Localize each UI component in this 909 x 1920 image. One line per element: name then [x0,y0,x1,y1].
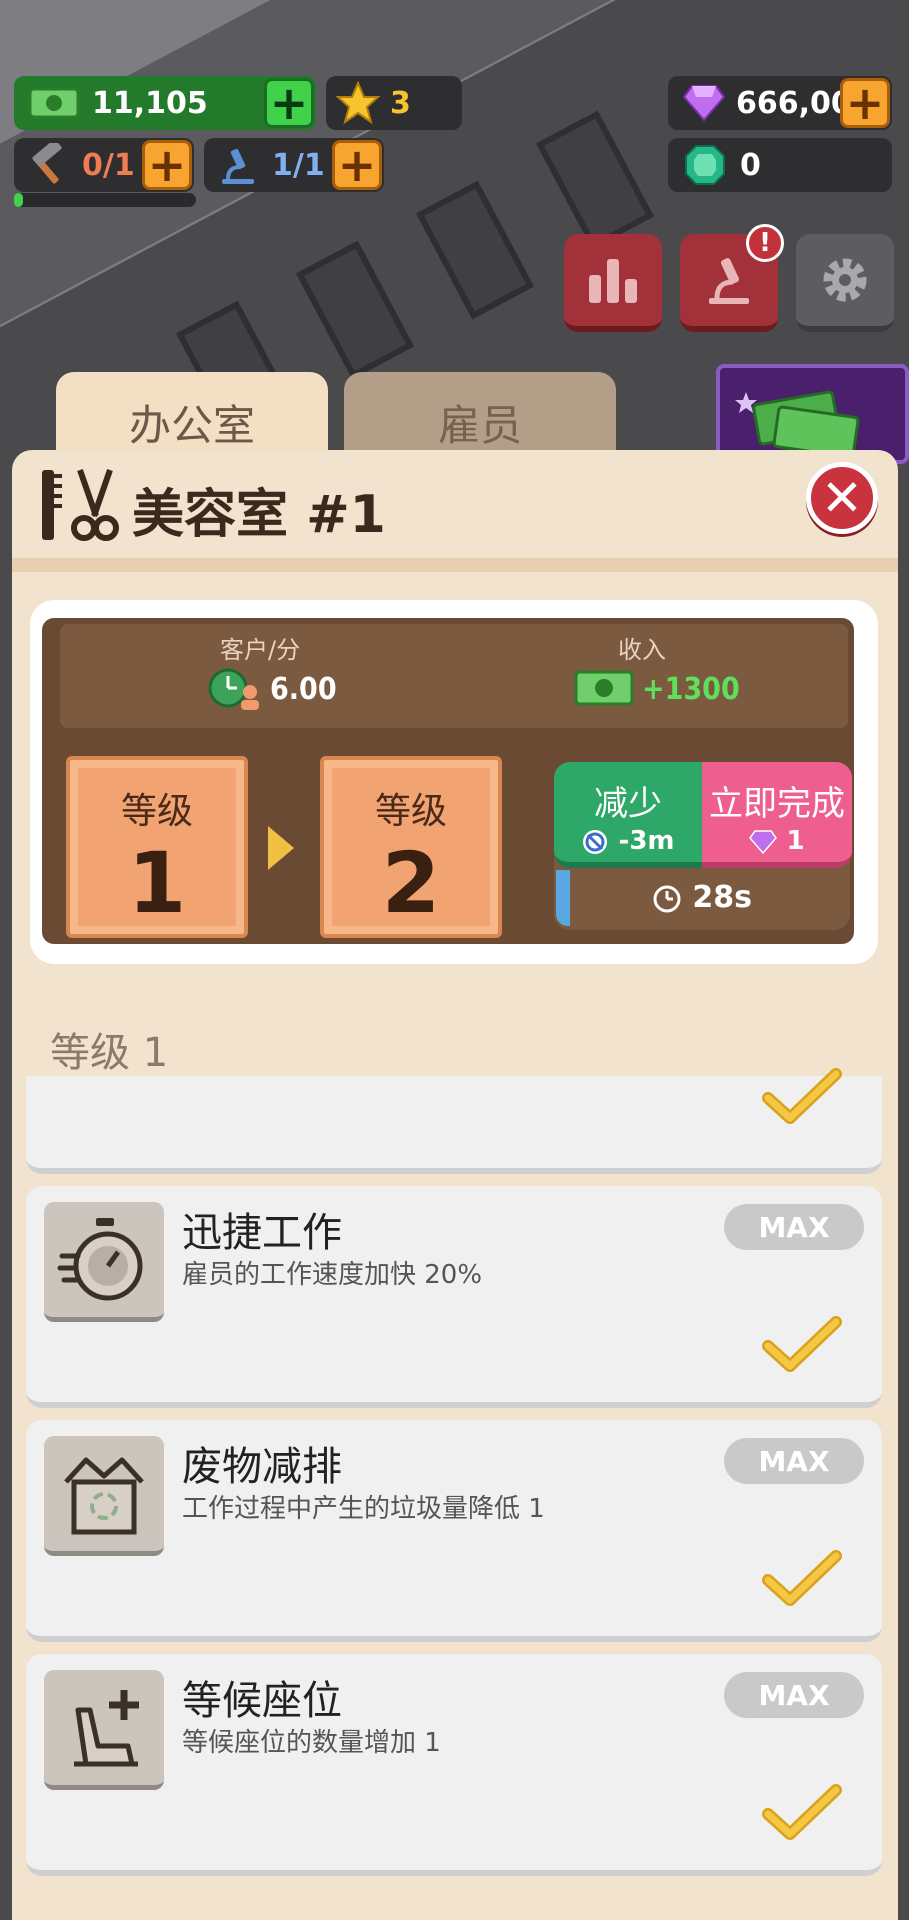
max-badge: MAX [724,1438,864,1484]
alert-badge: ! [746,224,784,262]
clock-icon [653,885,681,912]
hammer-icon [32,143,62,184]
checkmark-icon [762,1316,842,1372]
settings-button[interactable] [796,234,894,332]
current-level-value: 1 [127,834,187,932]
add-researcher-button[interactable]: + [332,138,382,192]
add-gems-button[interactable]: + [840,76,890,130]
wall-window [535,110,655,250]
build-progress-bar [14,193,196,207]
next-level-value: 2 [381,834,441,932]
upgrade-title: 迅捷工作 [182,1210,342,1256]
checkmark-icon [762,1068,842,1124]
gem-icon [749,829,778,854]
clock-customer-icon [208,668,259,710]
cash-counter: 11,105 + [14,76,316,130]
comb-scissors-icon [42,469,119,541]
finish-label: 立即完成 [709,784,845,824]
max-badge: MAX [724,1204,864,1250]
reduce-label: 减少 [594,784,662,824]
current-level-label: 等级 [120,791,193,832]
arrow-right-icon [268,826,294,870]
upgrade-card: 迅捷工作 雇员的工作速度加快 20% MAX [26,1186,882,1408]
stars-value: 3 [390,85,411,121]
upgrade-description: 雇员的工作速度加快 20% [182,1260,483,1290]
upgrade-card: 等候座位 等候座位的数量增加 1 MAX [26,1654,882,1876]
emeralds-counter: 0 [668,138,892,192]
close-button[interactable]: ✕ [806,462,878,534]
stars-counter: 3 [326,76,462,130]
cash-icon [574,670,634,706]
researchers-value: 1/1 [272,147,325,183]
researchers-counter: 1/1 + [204,138,384,192]
microscope-icon [709,258,749,304]
add-cash-button[interactable]: + [264,76,314,130]
current-level-box: 等级 1 [66,756,248,938]
next-level-label: 等级 [374,791,447,832]
cash-icon [28,87,80,119]
gems-counter: 666,004 + [668,76,892,130]
checkmark-icon [762,1550,842,1606]
research-button[interactable]: ! [680,224,784,332]
reduce-time-button[interactable]: 减少 -3m [554,762,702,868]
customers-label: 客户/分 [220,636,301,664]
next-level-box: 等级 2 [320,756,502,938]
finish-cost-row: 1 [702,826,852,856]
panel-header: 美容室 #1 [12,450,898,558]
emerald-icon [685,145,725,185]
finish-now-button[interactable]: 立即完成 1 [702,762,852,868]
stats-button[interactable] [564,234,662,332]
wall-window [415,180,535,320]
no-ads-icon [583,829,608,854]
upgrade-description: 工作过程中产生的垃圾量降低 1 [182,1494,545,1524]
upgrade-icon-tile [44,1436,164,1556]
level-section-label: 等级 1 [50,1030,169,1076]
builders-counter: 0/1 + [14,138,194,192]
upgrade-icon-tile [44,1202,164,1322]
finish-cost: 1 [786,826,805,856]
cash-value: 11,105 [92,85,208,121]
upgrade-card-partial [26,1068,882,1174]
upgrade-title: 等候座位 [182,1678,342,1724]
stopwatch-icon [57,1217,143,1300]
cash-offer-button[interactable] [716,364,909,464]
chair-plus-icon [74,1689,139,1766]
income-value: +1300 [642,672,740,707]
upgrade-title: 废物减排 [182,1444,342,1490]
customers-value: 6.00 [270,672,337,707]
emeralds-value: 0 [740,147,761,183]
build-progress-fill [14,193,24,207]
timer-row: 28s [554,880,850,915]
max-badge: MAX [724,1672,864,1718]
microscope-icon [222,148,254,184]
add-builder-button[interactable]: + [142,138,192,192]
reduce-value-row: -3m [554,826,702,856]
upgrade-description: 等候座位的数量增加 1 [182,1728,441,1758]
gear-icon [823,258,867,302]
header-divider [12,558,898,572]
checkmark-icon [762,1784,842,1840]
wall-window [295,240,415,380]
gem-icon [682,85,726,122]
recycle-box-icon [64,1457,144,1534]
builders-value: 0/1 [82,147,135,183]
reduce-value: -3m [618,826,675,856]
room-title: 美容室 #1 [132,485,386,545]
bar-chart-icon [589,259,637,303]
star-icon [336,81,380,125]
timer-value: 28s [692,880,753,915]
upgrade-icon-tile [44,1670,164,1790]
upgrade-card: 废物减排 工作过程中产生的垃圾量降低 1 MAX [26,1420,882,1642]
income-label: 收入 [618,636,666,664]
close-icon: ✕ [821,469,863,527]
